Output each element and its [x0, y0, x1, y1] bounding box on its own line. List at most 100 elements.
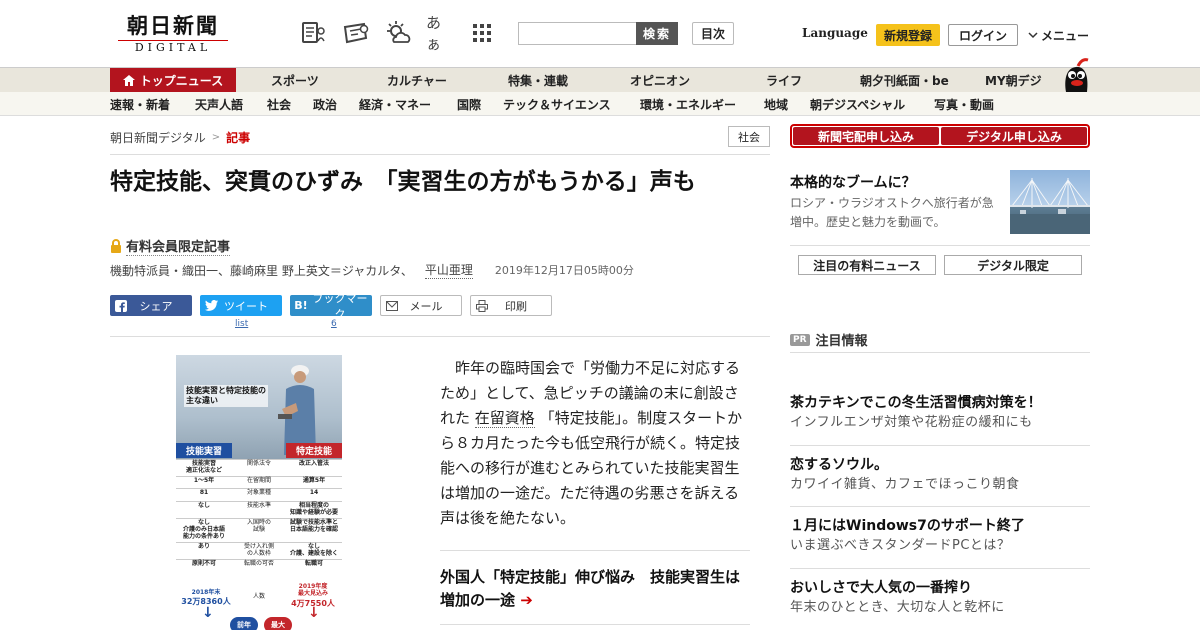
- promo-description[interactable]: ロシア・ウラジオストクへ旅行者が急増中。歴史と魅力を動画で。: [790, 194, 1005, 232]
- arrow-down-icon: ↓: [308, 605, 320, 621]
- search-button[interactable]: 検索: [636, 22, 678, 45]
- premium-label: 有料会員限定記事: [126, 236, 231, 256]
- infographic-pill-left: 前年: [230, 617, 258, 630]
- infographic-cell: 関係法令: [246, 460, 271, 467]
- subscribe-digital-button[interactable]: デジタル申し込み: [941, 127, 1087, 145]
- nav-item-sports[interactable]: スポーツ: [271, 68, 319, 92]
- hatena-bookmark-label: ブックマーク: [312, 291, 368, 321]
- category-tag[interactable]: 社会: [728, 126, 770, 147]
- nav-item-opinion[interactable]: オピニオン: [630, 68, 690, 92]
- weather-icon[interactable]: [384, 20, 412, 46]
- infographic-cell: 試験で技能水準と 日本語能力を確認: [289, 519, 338, 533]
- font-size-icon[interactable]: あぁ: [426, 14, 454, 53]
- pr-item[interactable]: １月にはWindows7のサポート終了 いま選ぶべきスタンダードPCとは？: [790, 516, 1090, 556]
- pr-item-title: １月にはWindows7のサポート終了: [790, 518, 1025, 534]
- nav2-item-tenseijingo[interactable]: 天声人語: [195, 92, 243, 116]
- print-button[interactable]: 印刷: [470, 295, 552, 316]
- infographic-left-heading: 技能実習: [176, 443, 232, 458]
- mascot-character-icon[interactable]: [1058, 58, 1092, 92]
- nav2-item-latest[interactable]: 速報・新着: [110, 92, 170, 116]
- pr-item[interactable]: 恋するソウル。 カワイイ雑貨、カフェでほっこり朝食: [790, 455, 1090, 495]
- divider: [110, 336, 770, 337]
- infographic-cell: 81: [199, 489, 209, 496]
- infographic-cell: 対象業種: [246, 489, 271, 496]
- pr-item-title: おいしさで大人気の一番搾り: [790, 580, 972, 596]
- twitter-icon: [200, 300, 222, 311]
- nav-item-my-asadigi[interactable]: MY朝デジ: [985, 68, 1042, 92]
- pr-item-description: カワイイ雑貨、カフェでほっこり朝食: [790, 477, 1020, 492]
- apps-grid-icon[interactable]: [468, 20, 496, 46]
- infographic-cell: 1～5年: [193, 477, 215, 484]
- nav-item-culture[interactable]: カルチャー: [387, 68, 447, 92]
- pr-item-description: いま選ぶべきスタンダードPCとは？: [790, 538, 1011, 553]
- twitter-count-link[interactable]: list: [235, 319, 248, 329]
- twitter-share-button[interactable]: ツイート: [200, 295, 282, 316]
- promo-bridge-image[interactable]: [1010, 170, 1090, 234]
- site-logo[interactable]: 朝日新聞 DIGITAL: [118, 14, 228, 54]
- divider: [440, 624, 750, 625]
- nav-top-news[interactable]: トップニュース: [110, 68, 236, 92]
- comparison-infographic[interactable]: 技能実習と特定技能の 主な違い 技能実習 特定技能 技能実習 適正化法など 関係法…: [176, 355, 342, 630]
- nav2-item-politics[interactable]: 政治: [313, 92, 337, 116]
- tab-paid-news[interactable]: 注目の有料ニュース: [798, 255, 936, 275]
- nav2-item-photo-video[interactable]: 写真・動画: [934, 92, 994, 116]
- breadcrumb-root[interactable]: 朝日新聞デジタル: [110, 129, 206, 146]
- nav2-item-region[interactable]: 地域: [764, 92, 788, 116]
- infographic-cell: 相当程度の 知識や経験が必要: [289, 502, 338, 516]
- divider: [110, 154, 770, 155]
- reader-icon[interactable]: [300, 20, 328, 46]
- infographic-cell: あり: [197, 543, 210, 550]
- hatena-prefix: B!: [294, 299, 308, 312]
- infographic-title-line2: 主な違い: [186, 396, 218, 405]
- print-label: 印刷: [505, 299, 527, 313]
- infographic-cell: 受け入れ側 の人数枠: [243, 543, 274, 557]
- nav2-item-society[interactable]: 社会: [267, 92, 291, 116]
- glossary-link[interactable]: 在留資格: [474, 409, 535, 428]
- hatena-count-link[interactable]: 6: [331, 319, 337, 329]
- pr-item[interactable]: 茶カテキンでこの冬生活習慣病対策を！ インフルエンザ対策や花粉症の緩和にも: [790, 393, 1090, 433]
- infographic-cell: なし 介護のみ日本語 能力の条件あり: [182, 519, 225, 540]
- login-button[interactable]: ログイン: [948, 24, 1018, 46]
- divider: [790, 352, 1090, 353]
- nav-item-features[interactable]: 特集・連載: [508, 68, 568, 92]
- nav-item-newspaper[interactable]: 朝夕刊紙面・be: [860, 68, 949, 92]
- chevron-down-icon: [1028, 32, 1038, 39]
- mail-share-button[interactable]: メール: [380, 295, 462, 316]
- logo-main-text: 朝日新聞: [127, 13, 219, 38]
- premium-badge[interactable]: 有料会員限定記事: [110, 236, 231, 256]
- mail-icon: [381, 300, 403, 311]
- divider: [790, 506, 1090, 507]
- nav2-item-special[interactable]: 朝デジスペシャル: [810, 92, 905, 116]
- infographic-right-heading: 特定技能: [286, 443, 342, 458]
- home-icon: [122, 74, 135, 86]
- infographic-title: 技能実習と特定技能の 主な違い: [184, 385, 268, 407]
- nav2-item-economy[interactable]: 経済・マネー: [359, 92, 431, 116]
- dictionary-icon[interactable]: [342, 20, 370, 46]
- subscribe-buttons: 新聞宅配申し込み デジタル申し込み: [790, 124, 1090, 148]
- infographic-title-line1: 技能実習と特定技能の: [186, 386, 266, 395]
- byline-author-link[interactable]: 平山亜理: [424, 261, 473, 279]
- language-link[interactable]: Language: [802, 26, 868, 40]
- menu-button[interactable]: メニュー: [1028, 27, 1089, 44]
- infographic-cell: 技能水準: [246, 502, 271, 509]
- publish-date: 2019年12月17日05時00分: [494, 264, 634, 277]
- hatena-bookmark-button[interactable]: B! ブックマーク: [290, 292, 372, 321]
- tab-digital-only[interactable]: デジタル限定: [944, 255, 1082, 275]
- mail-share-label: メール: [409, 299, 443, 313]
- nav-item-life[interactable]: ライフ: [766, 68, 802, 92]
- toc-button[interactable]: 目次: [692, 22, 734, 45]
- search-input[interactable]: [518, 22, 636, 45]
- promo-title[interactable]: 本格的なブームに？: [790, 172, 916, 192]
- worker-photo-illustration: [278, 365, 316, 455]
- facebook-share-button[interactable]: シェア: [110, 295, 192, 316]
- signup-button[interactable]: 新規登録: [876, 24, 940, 46]
- infographic-cell: なし 介護、建設を除く: [289, 543, 338, 557]
- pr-item[interactable]: おいしさで大人気の一番搾り 年末のひととき、大切な人と乾杯に: [790, 578, 1090, 618]
- related-article-link[interactable]: 外国人「特定技能」伸び悩み 技能実習生は増加の一途 ➔: [440, 566, 750, 612]
- nav2-item-international[interactable]: 国際: [457, 92, 481, 116]
- breadcrumb-current: 記事: [226, 131, 251, 145]
- subscribe-paper-button[interactable]: 新聞宅配申し込み: [793, 127, 939, 145]
- nav2-item-environment[interactable]: 環境・エネルギー: [640, 92, 736, 116]
- infographic-cell: 原則不可: [191, 560, 216, 567]
- nav2-item-tech[interactable]: テック＆サイエンス: [503, 92, 611, 116]
